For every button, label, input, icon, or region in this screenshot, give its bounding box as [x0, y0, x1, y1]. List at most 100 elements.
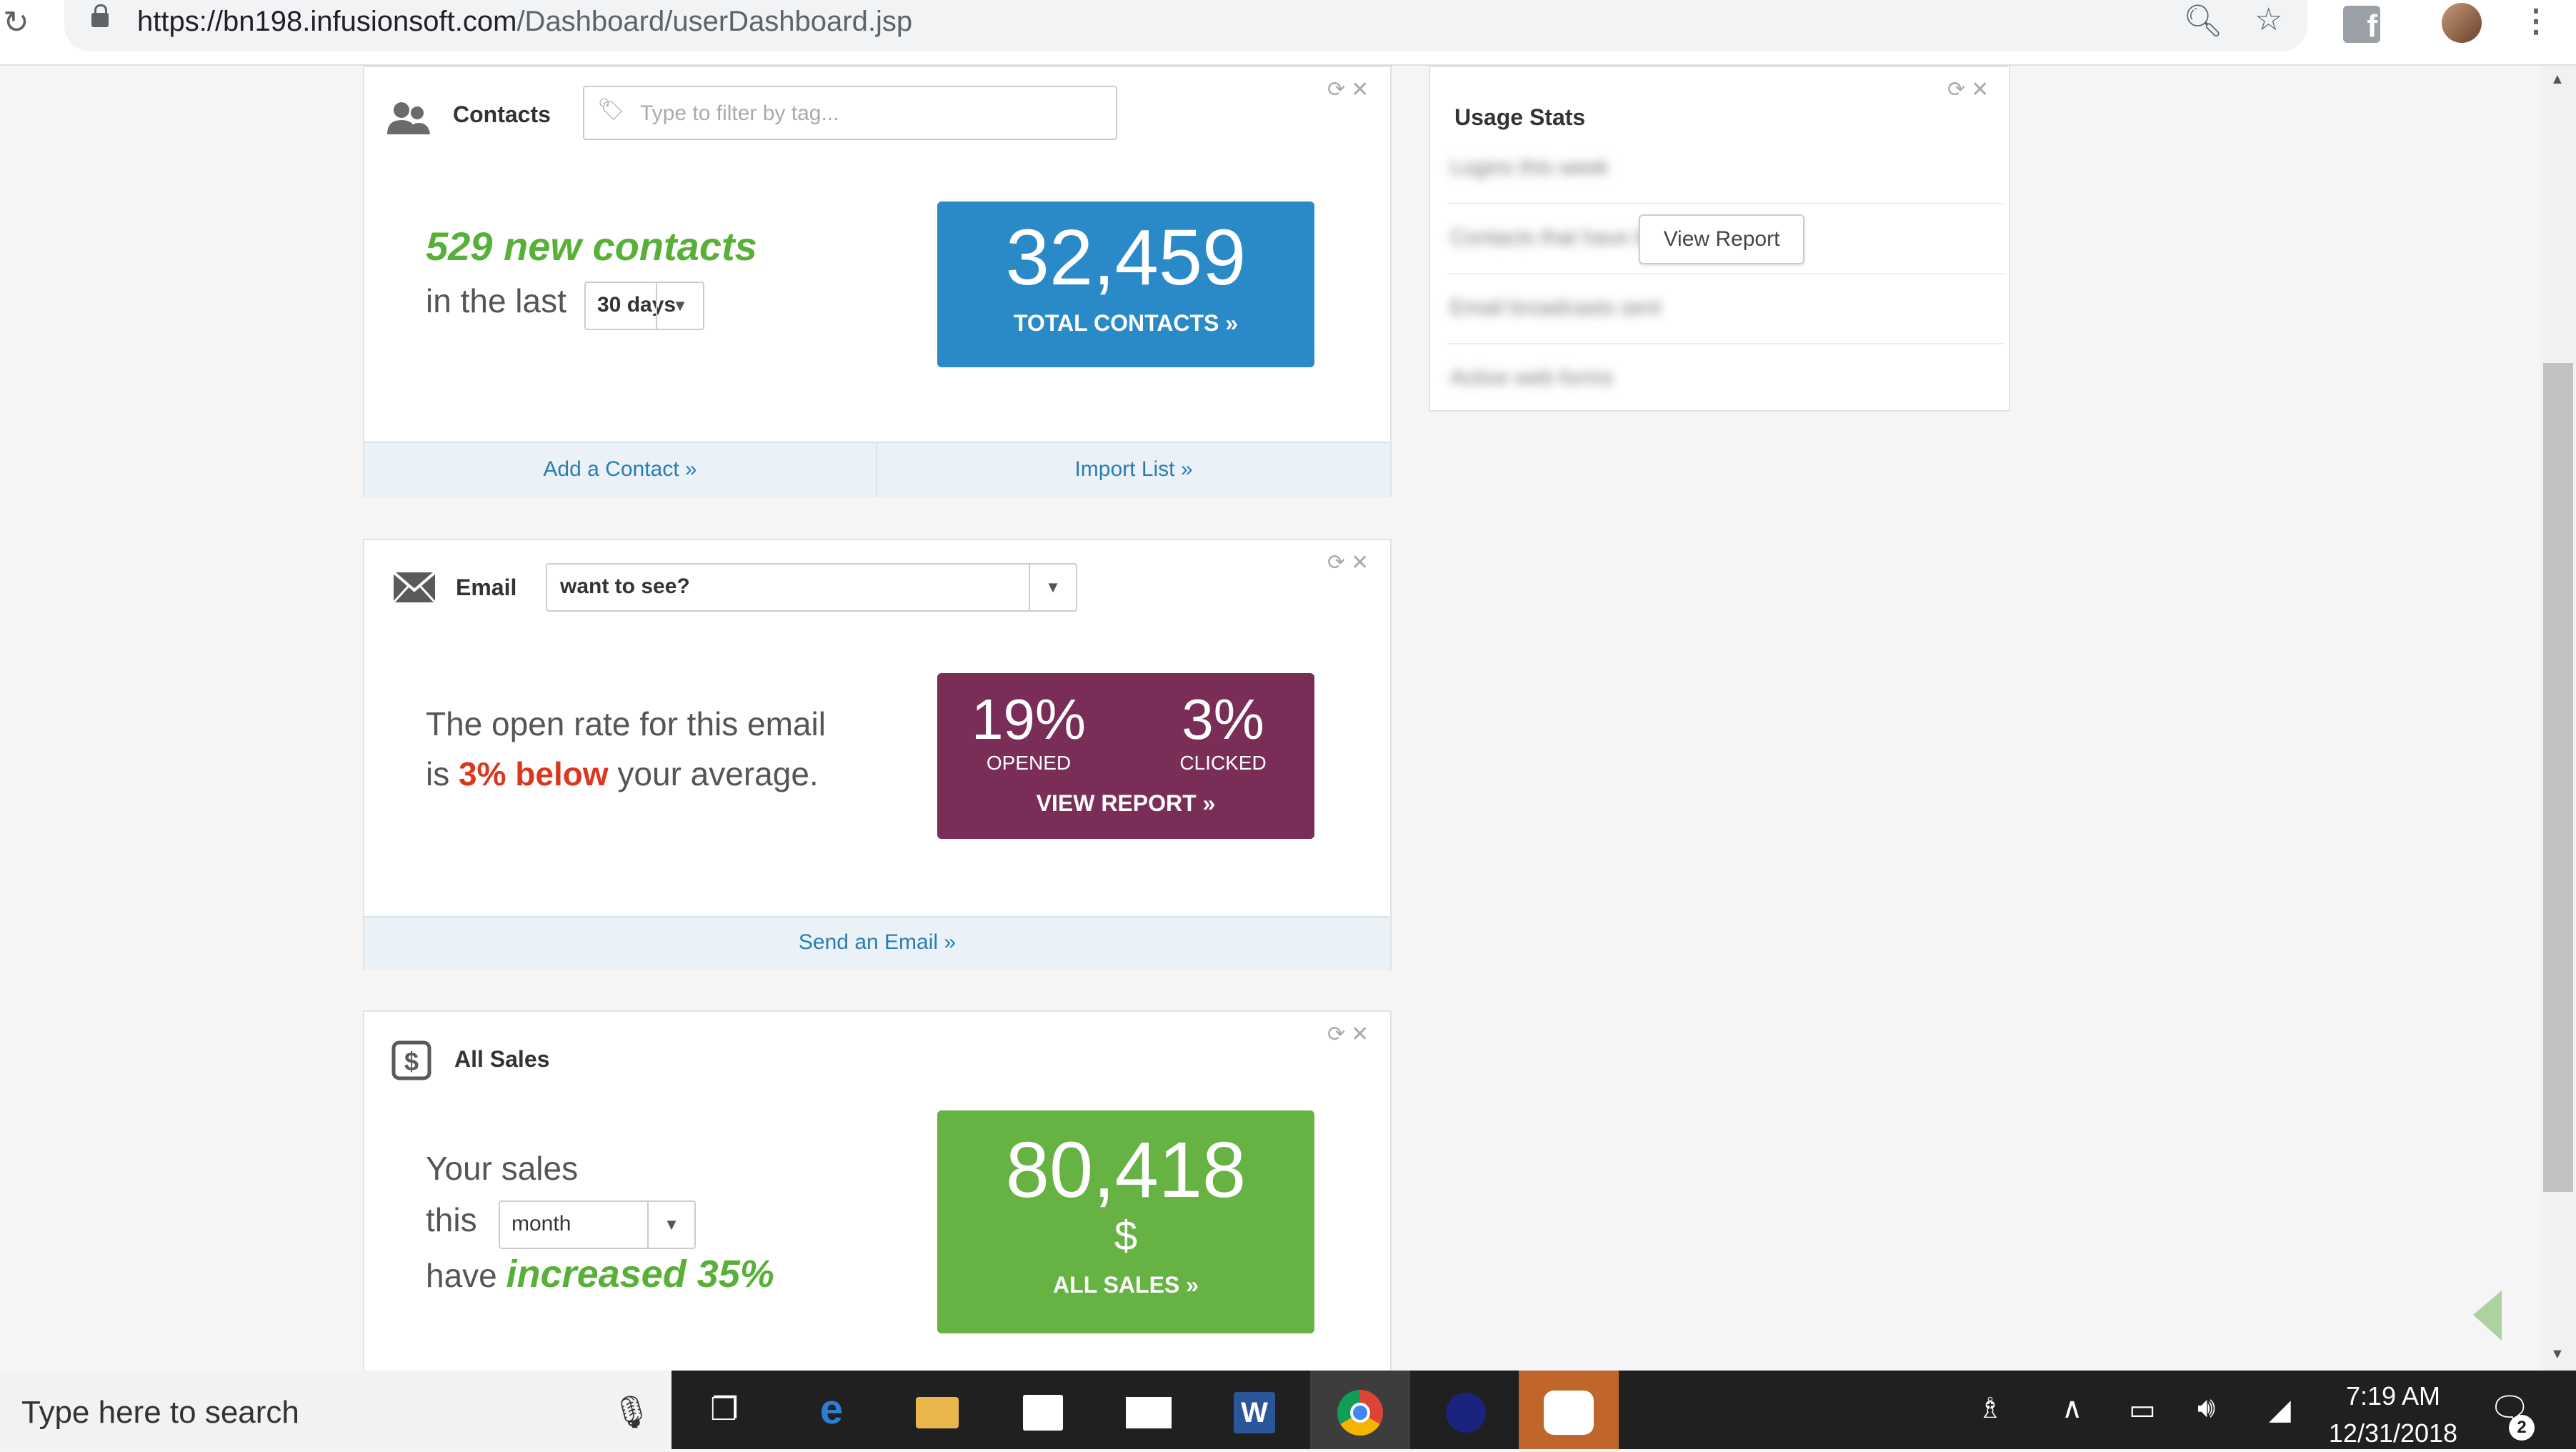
- icloud-icon[interactable]: [1519, 1371, 1619, 1449]
- usage-row: Logins this week: [1450, 156, 1609, 179]
- total-contacts-label: TOTAL CONTACTS »: [1013, 310, 1239, 336]
- period-select[interactable]: month ▼: [499, 1200, 696, 1249]
- import-list-link[interactable]: Import List »: [877, 457, 1390, 482]
- scrollbar-thumb[interactable]: [2543, 363, 2573, 1192]
- clock-time: 7:19 AM: [2345, 1381, 2441, 1411]
- sales-currency: $: [1114, 1213, 1138, 1259]
- chevron-down-icon: ▼: [647, 1202, 694, 1248]
- open-rate-line1: The open rate for this email: [426, 705, 826, 742]
- row-divider: [1447, 203, 2005, 204]
- battery-icon[interactable]: ▭: [2129, 1393, 2156, 1426]
- wifi-icon[interactable]: ◢: [2269, 1393, 2291, 1426]
- resize-icon[interactable]: ⟳: [1947, 78, 1971, 101]
- store-icon[interactable]: [993, 1371, 1093, 1449]
- url-path: /Dashboard/userDashboard.jsp: [516, 6, 913, 37]
- resize-icon[interactable]: ⟳: [1327, 1023, 1351, 1046]
- sales-change-line: have increased 35%: [426, 1252, 774, 1296]
- svg-text:$: $: [404, 1047, 419, 1076]
- opened-value: 19%: [971, 687, 1087, 751]
- view-report-label: VIEW REPORT »: [1036, 790, 1216, 816]
- in-the-last-label: in the last: [426, 282, 566, 319]
- taskbar-search-placeholder: Type here to search: [21, 1395, 299, 1430]
- mail-icon[interactable]: [1099, 1371, 1199, 1449]
- card-controls: ⟳✕: [1947, 77, 1995, 102]
- all-sales-label: ALL SALES »: [1053, 1272, 1199, 1298]
- close-icon[interactable]: ✕: [1351, 78, 1374, 101]
- email-select[interactable]: want to see? ▼: [546, 563, 1077, 612]
- clicked-label: CLICKED: [1179, 752, 1267, 774]
- reload-icon[interactable]: ↻: [3, 7, 29, 39]
- infusionsoft-leaf-icon[interactable]: [2469, 1286, 2506, 1343]
- facebook-icon[interactable]: f: [2343, 6, 2380, 44]
- dollar-icon: $: [391, 1040, 431, 1080]
- kebab-menu-icon[interactable]: ⋮: [2520, 6, 2552, 37]
- people-icon[interactable]: ♗: [1977, 1392, 2003, 1425]
- task-view-icon[interactable]: ❐: [674, 1371, 774, 1449]
- notification-count-badge: 2: [2509, 1415, 2535, 1441]
- sales-this-label: this: [426, 1201, 477, 1238]
- view-report-button[interactable]: View Report: [1639, 214, 1804, 264]
- add-contact-link[interactable]: Add a Contact »: [364, 457, 876, 482]
- word-icon[interactable]: W: [1204, 1371, 1304, 1449]
- url-host: https://bn198.infusionsoft.com: [137, 6, 517, 37]
- period-select-value: month: [511, 1212, 571, 1235]
- contacts-card: Contacts 🏷︎ Type to filter by tag... ⟳✕ …: [363, 66, 1392, 497]
- email-report-button[interactable]: 19% OPENED 3% CLICKED VIEW REPORT »: [937, 673, 1314, 839]
- card-controls: ⟳✕: [1327, 550, 1374, 575]
- game-app-icon[interactable]: [1416, 1371, 1516, 1449]
- tag-filter-placeholder: Type to filter by tag...: [640, 101, 839, 125]
- opened-stat: 19% OPENED: [937, 687, 1120, 775]
- tag-filter-input[interactable]: 🏷︎ Type to filter by tag...: [583, 86, 1117, 140]
- clock-date: 12/31/2018: [2328, 1418, 2458, 1448]
- sales-change-value: increased 35%: [506, 1253, 774, 1296]
- zoom-icon[interactable]: 🔍︎: [2183, 6, 2223, 37]
- scroll-up-arrow[interactable]: ▲: [2550, 71, 2565, 88]
- url-text[interactable]: https://bn198.infusionsoft.com/Dashboard…: [137, 6, 912, 38]
- scrollbar-track[interactable]: ▲ ▼: [2540, 66, 2576, 1371]
- sales-total-value: 80,418: [1005, 1126, 1247, 1214]
- edge-icon[interactable]: e: [782, 1371, 882, 1449]
- usage-stats-card: Usage Stats ⟳✕ Logins this week Contacts…: [1429, 66, 2010, 412]
- browser-toolbar: ↻ https://bn198.infusionsoft.com/Dashboa…: [0, 0, 2576, 66]
- email-title: Email: [456, 575, 517, 600]
- total-contacts-button[interactable]: 32,459 TOTAL CONTACTS »: [937, 202, 1314, 367]
- open-rate-delta: 3% below: [459, 755, 609, 792]
- resize-icon[interactable]: ⟳: [1327, 78, 1351, 101]
- send-email-link[interactable]: Send an Email »: [364, 930, 1390, 955]
- clicked-value: 3%: [1182, 687, 1264, 751]
- close-icon[interactable]: ✕: [1351, 1023, 1374, 1046]
- contacts-footer: Add a Contact » Import List »: [364, 442, 1390, 497]
- open-rate-tail: your average.: [617, 755, 819, 792]
- taskbar-clock[interactable]: 7:19 AM 12/31/2018: [2315, 1378, 2472, 1452]
- scroll-down-arrow[interactable]: ▼: [2550, 1346, 2565, 1363]
- star-icon[interactable]: ☆: [2255, 4, 2282, 36]
- open-rate-line2: is 3% below your average.: [426, 755, 819, 793]
- row-divider: [1447, 343, 2005, 344]
- microphone-icon[interactable]: 🎙︎: [611, 1393, 652, 1431]
- usage-row: Active web forms: [1450, 366, 1614, 389]
- resize-icon[interactable]: ⟳: [1327, 551, 1351, 575]
- email-card: Email want to see? ▼ ⟳✕ The open rate fo…: [363, 539, 1392, 970]
- volume-icon[interactable]: 🔊︎: [2197, 1392, 2215, 1424]
- avatar[interactable]: [2442, 3, 2482, 43]
- email-footer: Send an Email »: [364, 916, 1390, 970]
- usage-stats-title: Usage Stats: [1454, 104, 1586, 130]
- opened-label: OPENED: [986, 752, 1072, 774]
- email-select-value: want to see?: [560, 575, 690, 598]
- chevron-down-icon: ▼: [656, 283, 703, 329]
- close-icon[interactable]: ✕: [1351, 551, 1374, 575]
- sales-have-label: have: [426, 1257, 497, 1294]
- all-sales-button[interactable]: 80,418 $ ALL SALES »: [937, 1110, 1314, 1333]
- card-controls: ⟳✕: [1327, 77, 1374, 102]
- row-divider: [1447, 273, 2005, 274]
- envelope-icon: [392, 571, 436, 604]
- chrome-icon[interactable]: [1310, 1371, 1410, 1449]
- close-icon[interactable]: ✕: [1971, 78, 1995, 101]
- range-select[interactable]: 30 days ▼: [584, 282, 704, 330]
- chevron-up-icon[interactable]: ∧: [2062, 1392, 2082, 1425]
- clicked-stat: 3% CLICKED: [1132, 687, 1314, 775]
- usage-row: Email broadcasts sent: [1450, 296, 1662, 319]
- contacts-title: Contacts: [453, 101, 551, 127]
- file-explorer-icon[interactable]: [887, 1371, 987, 1449]
- new-contacts-count: 529 new contacts: [426, 224, 757, 269]
